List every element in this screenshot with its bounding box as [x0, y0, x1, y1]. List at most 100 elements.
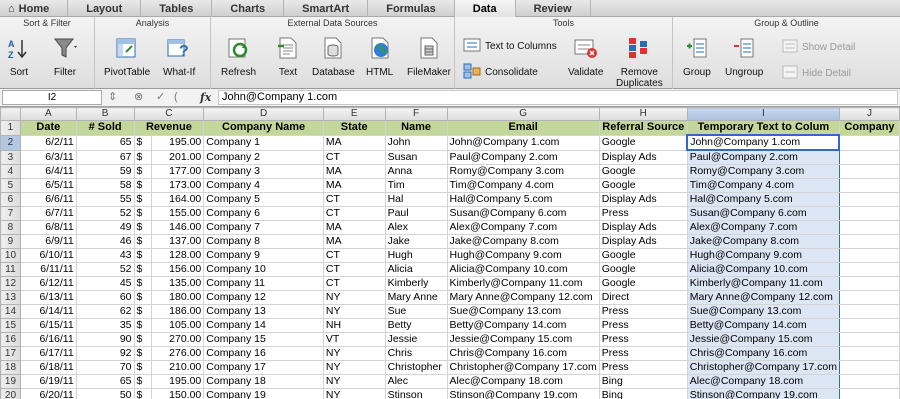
sold-cell[interactable]: 43: [75, 248, 135, 263]
row-header[interactable]: 17: [0, 346, 21, 361]
currency-symbol-cell[interactable]: $: [133, 360, 153, 375]
column-header-b[interactable]: B: [75, 107, 135, 121]
currency-symbol-cell[interactable]: $: [133, 346, 153, 361]
row-header[interactable]: 7: [0, 206, 21, 221]
currency-symbol-cell[interactable]: $: [133, 178, 153, 193]
email-cell[interactable]: Tim@Company 4.com: [446, 178, 600, 193]
company-name-cell[interactable]: Company 17: [203, 360, 324, 375]
company-cell[interactable]: [838, 304, 900, 319]
row-header[interactable]: 1: [0, 120, 21, 136]
date-cell[interactable]: 6/14/11: [19, 304, 77, 319]
header-cell[interactable]: Company Name: [203, 120, 324, 136]
company-name-cell[interactable]: Company 7: [203, 220, 324, 235]
company-cell[interactable]: [838, 164, 900, 179]
state-cell[interactable]: CT: [322, 149, 386, 165]
temp-text-cell[interactable]: Alex@Company 7.com: [686, 220, 840, 235]
temp-text-cell[interactable]: Jake@Company 8.com: [686, 234, 840, 249]
referral-source-cell[interactable]: Display Ads: [598, 220, 688, 235]
company-cell[interactable]: [838, 290, 900, 305]
revenue-cell[interactable]: 186.00: [151, 304, 205, 319]
row-header[interactable]: 3: [0, 149, 21, 165]
state-cell[interactable]: VT: [322, 332, 386, 347]
date-cell[interactable]: 6/8/11: [19, 220, 77, 235]
currency-symbol-cell[interactable]: $: [133, 276, 153, 291]
revenue-cell[interactable]: 177.00: [151, 164, 205, 179]
currency-symbol-cell[interactable]: $: [133, 234, 153, 249]
company-cell[interactable]: [838, 332, 900, 347]
currency-symbol-cell[interactable]: $: [133, 374, 153, 389]
row-header[interactable]: 8: [0, 220, 21, 235]
name-cell[interactable]: Tim: [384, 178, 448, 193]
header-cell[interactable]: Temporary Text to Colum: [686, 120, 840, 136]
sold-cell[interactable]: 62: [75, 304, 135, 319]
state-cell[interactable]: NY: [322, 290, 386, 305]
header-cell[interactable]: Referral Source: [598, 120, 688, 136]
currency-symbol-cell[interactable]: $: [133, 192, 153, 207]
name-cell[interactable]: Alicia: [384, 262, 448, 277]
name-cell[interactable]: Hugh: [384, 248, 448, 263]
name-cell[interactable]: Stinson: [384, 388, 448, 399]
name-cell[interactable]: Jake: [384, 234, 448, 249]
column-header-j[interactable]: J: [838, 107, 900, 121]
name-cell[interactable]: Jessie: [384, 332, 448, 347]
column-header-c[interactable]: C: [133, 107, 205, 121]
referral-source-cell[interactable]: Google: [598, 164, 688, 179]
email-cell[interactable]: Christopher@Company 17.com: [446, 360, 600, 375]
currency-symbol-cell[interactable]: $: [133, 262, 153, 277]
name-cell[interactable]: Chris: [384, 346, 448, 361]
email-cell[interactable]: Alec@Company 18.com: [446, 374, 600, 389]
company-cell[interactable]: [838, 276, 900, 291]
revenue-cell[interactable]: 164.00: [151, 192, 205, 207]
state-cell[interactable]: CT: [322, 206, 386, 221]
column-header-a[interactable]: A: [19, 107, 77, 121]
referral-source-cell[interactable]: Google: [598, 276, 688, 291]
company-cell[interactable]: [838, 134, 900, 151]
column-header-g[interactable]: G: [446, 107, 600, 121]
company-cell[interactable]: [838, 248, 900, 263]
sold-cell[interactable]: 70: [75, 360, 135, 375]
sold-cell[interactable]: 67: [75, 149, 135, 165]
state-cell[interactable]: MA: [322, 134, 386, 151]
refresh-button[interactable]: Refresh: [221, 35, 256, 78]
column-header-i[interactable]: I: [686, 107, 840, 121]
referral-source-cell[interactable]: Press: [598, 360, 688, 375]
revenue-cell[interactable]: 276.00: [151, 346, 205, 361]
company-cell[interactable]: [838, 318, 900, 333]
company-cell[interactable]: [838, 346, 900, 361]
sold-cell[interactable]: 65: [75, 374, 135, 389]
revenue-cell[interactable]: 210.00: [151, 360, 205, 375]
revenue-cell[interactable]: 201.00: [151, 149, 205, 165]
sold-cell[interactable]: 52: [75, 262, 135, 277]
row-header[interactable]: 6: [0, 192, 21, 207]
email-cell[interactable]: Mary Anne@Company 12.com: [446, 290, 600, 305]
sold-cell[interactable]: 59: [75, 164, 135, 179]
sold-cell[interactable]: 60: [75, 290, 135, 305]
date-cell[interactable]: 6/19/11: [19, 374, 77, 389]
company-name-cell[interactable]: Company 18: [203, 374, 324, 389]
state-cell[interactable]: MA: [322, 178, 386, 193]
name-cell[interactable]: Sue: [384, 304, 448, 319]
referral-source-cell[interactable]: Press: [598, 346, 688, 361]
row-header[interactable]: 9: [0, 234, 21, 249]
row-header[interactable]: 4: [0, 164, 21, 179]
state-cell[interactable]: NY: [322, 360, 386, 375]
referral-source-cell[interactable]: Google: [598, 134, 688, 151]
date-cell[interactable]: 6/12/11: [19, 276, 77, 291]
revenue-cell[interactable]: 150.00: [151, 388, 205, 399]
hide-detail-button[interactable]: Hide Detail: [782, 65, 851, 82]
email-cell[interactable]: Alex@Company 7.com: [446, 220, 600, 235]
name-cell[interactable]: Anna: [384, 164, 448, 179]
temp-text-cell[interactable]: Hugh@Company 9.com: [686, 248, 840, 263]
state-cell[interactable]: MA: [322, 164, 386, 179]
company-name-cell[interactable]: Company 5: [203, 192, 324, 207]
date-cell[interactable]: 6/5/11: [19, 178, 77, 193]
consolidate-button[interactable]: Consolidate: [463, 63, 538, 82]
pivottable-button[interactable]: PivotTable: [104, 35, 150, 78]
header-cell[interactable]: Revenue: [133, 120, 205, 136]
currency-symbol-cell[interactable]: $: [133, 332, 153, 347]
sold-cell[interactable]: 92: [75, 346, 135, 361]
company-cell[interactable]: [838, 149, 900, 165]
name-box[interactable]: I2: [2, 90, 102, 105]
sold-cell[interactable]: 65: [75, 134, 135, 151]
date-cell[interactable]: 6/17/11: [19, 346, 77, 361]
